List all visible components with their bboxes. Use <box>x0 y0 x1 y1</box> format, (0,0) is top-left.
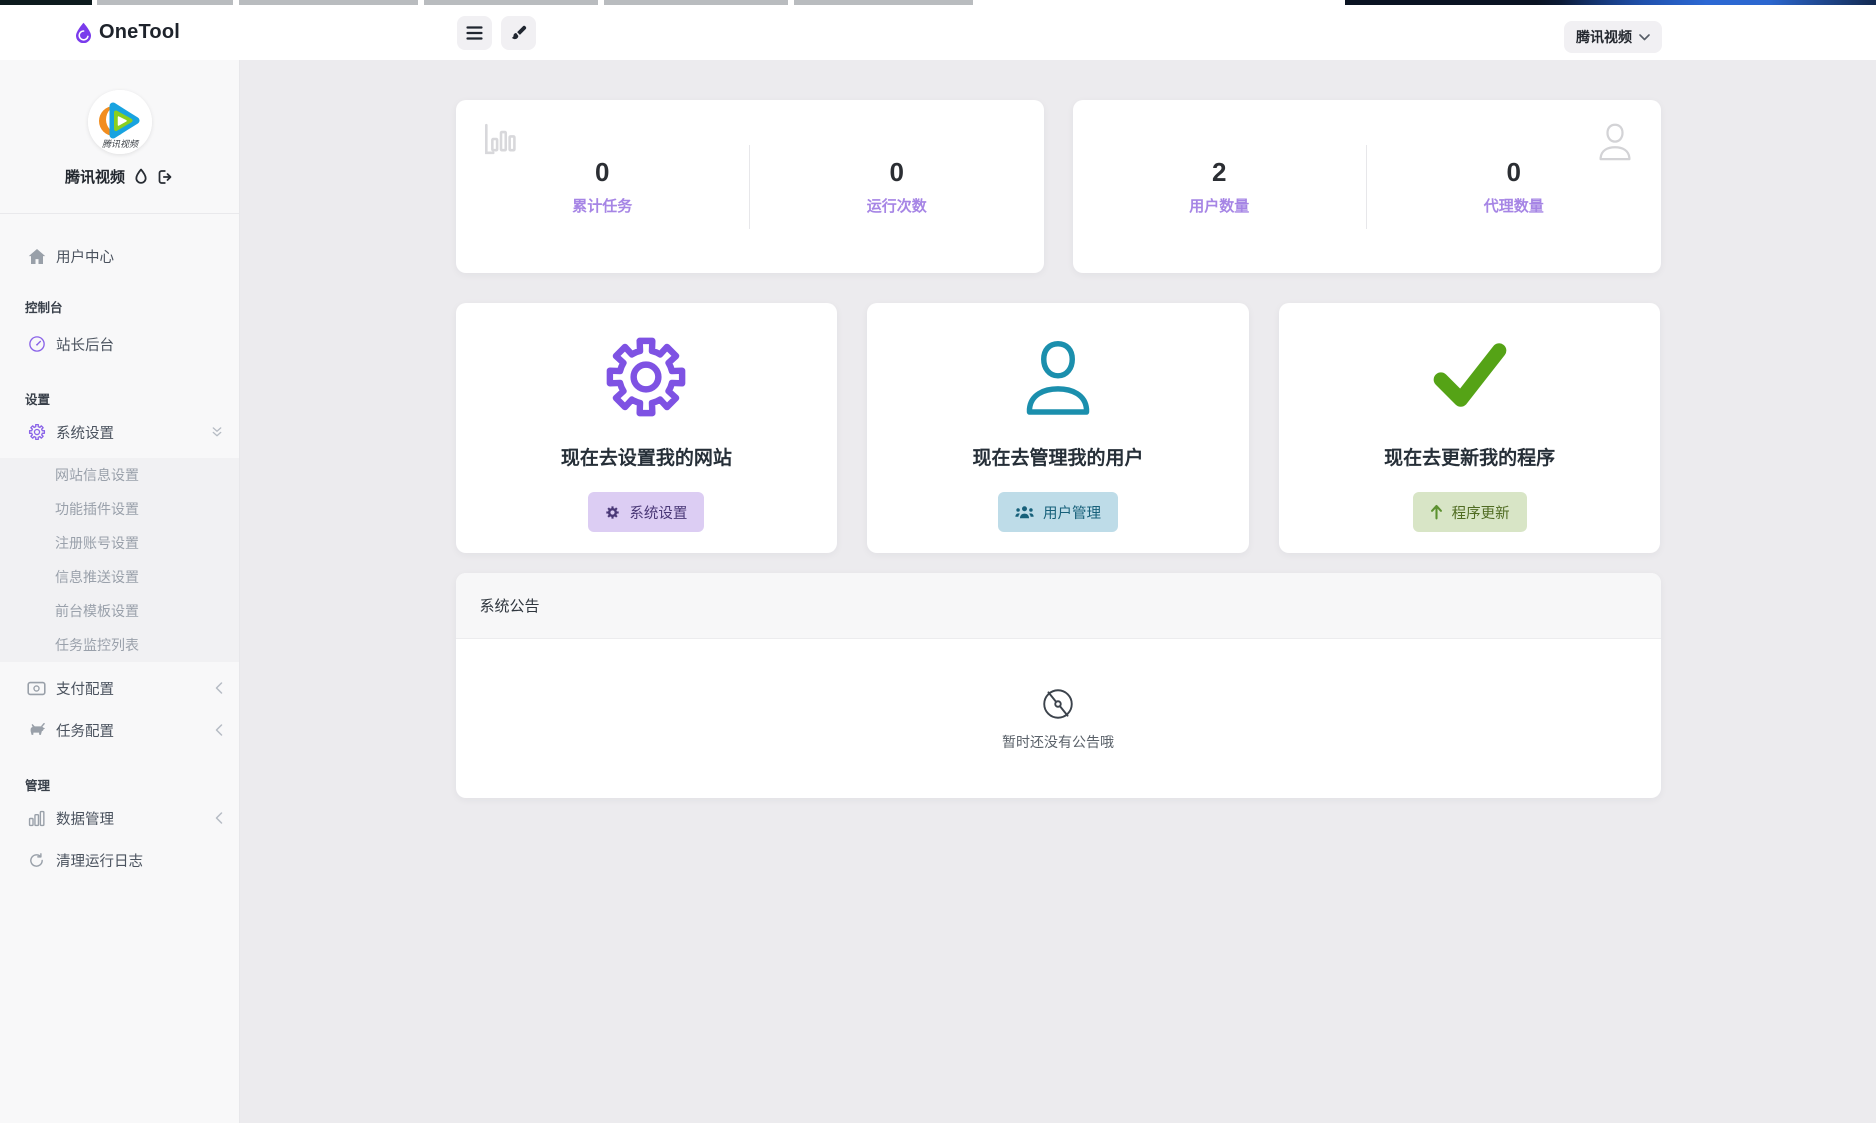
tencent-video-logo-icon: 腾讯视频 <box>88 90 152 154</box>
action-card-title: 现在去更新我的程序 <box>1384 443 1555 470</box>
chevron-double-down-icon <box>211 426 223 438</box>
sidebar: 腾讯视频 腾讯视频 用户中心 控制台 <box>0 60 240 1123</box>
person-large-icon <box>1020 331 1096 423</box>
stat-row: 0 累计任务 0 运行次数 2 用户数量 <box>456 100 1661 273</box>
sidebar-item-task-config[interactable]: 任务配置 <box>0 712 239 748</box>
action-row: 现在去设置我的网站 系统设置 现在去管理我的用户 <box>456 303 1661 553</box>
gear-large-icon <box>602 331 690 423</box>
stat-value: 0 <box>1507 157 1521 188</box>
system-settings-submenu: 网站信息设置 功能插件设置 注册账号设置 信息推送设置 前台模板设置 任务监控列… <box>0 458 239 662</box>
setup-site-card: 现在去设置我的网站 系统设置 <box>456 303 838 553</box>
workspace-dropdown[interactable]: 腾讯视频 <box>1564 21 1662 53</box>
submenu-item-template[interactable]: 前台模板设置 <box>0 594 239 628</box>
stat-label: 运行次数 <box>867 195 927 216</box>
droplet-logo-icon <box>75 22 92 43</box>
stat-label: 累计任务 <box>572 195 632 216</box>
chevron-down-icon <box>1639 34 1650 41</box>
action-button-label: 系统设置 <box>629 502 687 523</box>
sidebar-item-data-manage[interactable]: 数据管理 <box>0 800 239 836</box>
tasks-stat-card: 0 累计任务 0 运行次数 <box>456 100 1044 273</box>
sidebar-item-label: 任务配置 <box>56 720 114 741</box>
theme-brush-button[interactable] <box>501 16 536 50</box>
chevron-left-icon <box>215 682 223 694</box>
sidebar-item-admin-backend[interactable]: 站长后台 <box>0 326 239 362</box>
stat-user-count: 2 用户数量 <box>1073 157 1367 216</box>
droplet-icon <box>134 168 148 185</box>
person-icon <box>1595 120 1635 162</box>
action-button-label: 程序更新 <box>1452 502 1510 523</box>
workspace-dropdown-label: 腾讯视频 <box>1576 27 1632 47</box>
main-content: 0 累计任务 0 运行次数 2 用户数量 <box>240 60 1876 1123</box>
refresh-icon <box>27 852 46 869</box>
banknote-icon <box>27 681 46 696</box>
manage-users-card: 现在去管理我的用户 用户管理 <box>867 303 1249 553</box>
stat-label: 用户数量 <box>1189 195 1249 216</box>
stat-run-count: 0 运行次数 <box>750 157 1044 216</box>
avatar-caption: 腾讯视频 <box>101 139 139 149</box>
logout-icon <box>157 169 174 185</box>
users-icon <box>1015 505 1034 519</box>
update-program-card: 现在去更新我的程序 程序更新 <box>1279 303 1661 553</box>
home-icon <box>27 248 46 265</box>
chevron-left-icon <box>215 812 223 824</box>
users-stat-card: 2 用户数量 0 代理数量 <box>1073 100 1661 273</box>
stat-value: 0 <box>595 157 609 188</box>
sidebar-menu: 用户中心 控制台 站长后台 设置 系统设置 <box>0 214 239 878</box>
dog-icon <box>27 722 46 738</box>
announcement-empty-text: 暂时还没有公告哦 <box>1002 732 1114 752</box>
avatar: 腾讯视频 <box>88 90 152 154</box>
chevron-left-icon <box>215 724 223 736</box>
system-settings-button[interactable]: 系统设置 <box>588 492 704 532</box>
chart-icon <box>480 120 522 158</box>
action-card-title: 现在去设置我的网站 <box>561 443 732 470</box>
bar-chart-icon <box>27 810 46 827</box>
brush-icon <box>510 24 528 42</box>
sidebar-item-label: 用户中心 <box>56 246 114 267</box>
submenu-item-site-info[interactable]: 网站信息设置 <box>0 458 239 492</box>
submenu-item-task-monitor[interactable]: 任务监控列表 <box>0 628 239 662</box>
stat-value: 2 <box>1212 157 1226 188</box>
announcement-header: 系统公告 <box>456 573 1661 639</box>
gear-icon <box>27 423 46 441</box>
stat-total-tasks: 0 累计任务 <box>456 157 750 216</box>
announcement-panel: 系统公告 暂时还没有公告哦 <box>456 573 1661 798</box>
arrow-up-icon <box>1430 504 1443 520</box>
theme-droplet-button[interactable] <box>134 168 148 185</box>
sidebar-section-console: 控制台 <box>0 298 239 314</box>
action-button-label: 用户管理 <box>1043 502 1101 523</box>
sidebar-item-system-settings[interactable]: 系统设置 <box>0 414 239 450</box>
dashboard-icon <box>27 335 46 353</box>
brand-name: OneTool <box>99 21 180 44</box>
submenu-item-register[interactable]: 注册账号设置 <box>0 526 239 560</box>
topbar: OneTool 腾讯视频 <box>0 5 1876 60</box>
sidebar-section-manage: 管理 <box>0 776 239 792</box>
browser-tab-strip <box>0 0 1876 5</box>
sidebar-item-label: 支付配置 <box>56 678 114 699</box>
stat-label: 代理数量 <box>1484 195 1544 216</box>
sidebar-item-label: 系统设置 <box>56 422 114 443</box>
menu-toggle-button[interactable] <box>457 16 492 50</box>
submenu-item-push[interactable]: 信息推送设置 <box>0 560 239 594</box>
brand-logo: OneTool <box>75 5 180 60</box>
checkmark-large-icon <box>1427 331 1513 423</box>
stat-value: 0 <box>890 157 904 188</box>
sidebar-item-label: 数据管理 <box>56 808 114 829</box>
stat-agent-count: 0 代理数量 <box>1367 157 1661 216</box>
sidebar-item-user-center[interactable]: 用户中心 <box>0 238 239 274</box>
submenu-item-plugins[interactable]: 功能插件设置 <box>0 492 239 526</box>
profile-name: 腾讯视频 <box>65 166 125 187</box>
user-manage-button[interactable]: 用户管理 <box>998 492 1118 532</box>
hamburger-icon <box>466 26 483 40</box>
logout-button[interactable] <box>157 169 174 185</box>
gear-icon <box>605 505 620 520</box>
sidebar-item-payment-config[interactable]: 支付配置 <box>0 670 239 706</box>
sidebar-item-label: 清理运行日志 <box>56 850 143 871</box>
no-data-icon <box>1040 686 1076 722</box>
announcement-empty-state: 暂时还没有公告哦 <box>456 639 1661 798</box>
sidebar-item-clear-logs[interactable]: 清理运行日志 <box>0 842 239 878</box>
sidebar-section-settings: 设置 <box>0 390 239 406</box>
action-card-title: 现在去管理我的用户 <box>972 443 1143 470</box>
sidebar-item-label: 站长后台 <box>56 334 114 355</box>
program-update-button[interactable]: 程序更新 <box>1413 492 1527 532</box>
